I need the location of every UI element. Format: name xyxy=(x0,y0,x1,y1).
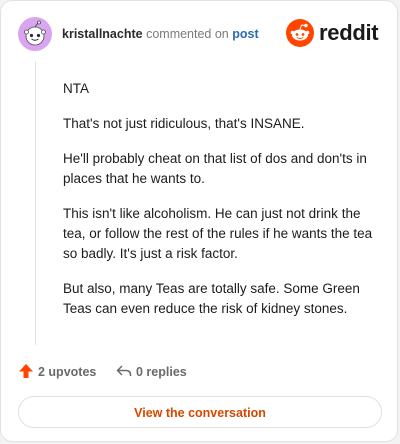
reply-count: 0 replies xyxy=(136,365,187,379)
comment-body: NTA That's not just ridiculous, that's I… xyxy=(63,79,383,334)
comment-card: kristallnachte commented on post reddit xyxy=(0,0,398,442)
byline-action-text: commented on xyxy=(146,27,229,41)
username-link[interactable]: kristallnachte xyxy=(62,27,143,41)
upvote-arrow-icon xyxy=(19,364,33,378)
comment-paragraph: But also, many Teas are totally safe. So… xyxy=(63,281,360,316)
comment-paragraph: He'll probably cheat on that list of dos… xyxy=(63,151,367,186)
comment-actions: 2 upvotes 0 replies xyxy=(18,363,378,381)
comment-header: kristallnachte commented on post reddit xyxy=(18,17,386,51)
reddit-snoo-icon xyxy=(286,19,314,47)
reddit-logo[interactable]: reddit xyxy=(286,19,386,49)
reddit-wordmark: reddit xyxy=(319,20,379,45)
thread-line xyxy=(35,61,36,345)
upvote-count: 2 upvotes xyxy=(38,365,97,379)
comment-paragraph: That's not just ridiculous, that's INSAN… xyxy=(63,116,305,131)
replies-button[interactable]: 0 replies xyxy=(116,363,187,379)
view-conversation-button[interactable]: View the conversation xyxy=(18,396,382,428)
reply-arrow-icon xyxy=(116,365,132,376)
upvote-button[interactable]: 2 upvotes xyxy=(18,363,96,379)
comment-paragraph: This isn't like alcoholism. He can just … xyxy=(63,206,373,261)
comment-byline: kristallnachte commented on post xyxy=(62,27,259,41)
comment-paragraph: NTA xyxy=(63,81,89,96)
post-link[interactable]: post xyxy=(232,27,258,41)
user-avatar-icon[interactable] xyxy=(18,17,52,51)
